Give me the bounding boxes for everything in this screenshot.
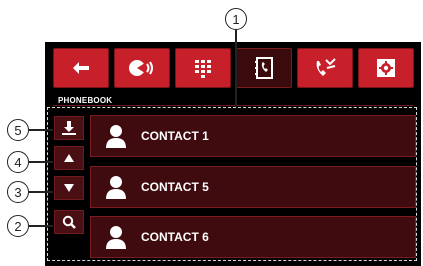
back-arrow-icon (73, 62, 89, 74)
call-button[interactable] (114, 48, 170, 88)
scroll-up-button[interactable] (54, 146, 84, 170)
callout-2-leader (29, 225, 53, 227)
settings-button[interactable] (358, 48, 414, 88)
intercom-screen: PHONEBOOK CONTACT 1 CONTACT 5 CONTACT 6 (45, 42, 421, 266)
section-title: PHONEBOOK (58, 96, 113, 105)
callout-3-leader (29, 191, 53, 193)
keypad-button[interactable] (175, 48, 231, 88)
missed-calls-icon (316, 58, 336, 76)
contact-row[interactable]: CONTACT 6 (90, 216, 416, 258)
contact-name: CONTACT 5 (141, 180, 209, 194)
contact-row[interactable]: CONTACT 5 (90, 166, 416, 208)
missed-calls-button[interactable] (297, 48, 353, 88)
contact-avatar-icon (106, 226, 126, 249)
contact-name: CONTACT 6 (141, 230, 209, 244)
scroll-down-button[interactable] (54, 176, 84, 200)
top-toolbar (53, 48, 415, 90)
callout-5: 5 (7, 119, 29, 141)
callout-3: 3 (7, 181, 29, 203)
callout-1: 1 (225, 8, 247, 30)
contact-avatar-icon (106, 176, 126, 199)
contact-row[interactable]: CONTACT 1 (90, 115, 416, 157)
callout-4: 4 (7, 151, 29, 173)
callout-2: 2 (7, 215, 29, 237)
call-icon (129, 60, 153, 76)
search-icon (62, 215, 76, 229)
back-button[interactable] (53, 48, 109, 88)
search-button[interactable] (54, 210, 84, 234)
download-button[interactable] (54, 116, 84, 140)
keypad-icon (195, 60, 211, 78)
callout-1-leader (235, 30, 237, 107)
callout-4-leader (29, 161, 53, 163)
phonebook-icon (255, 57, 273, 79)
phonebook-button[interactable] (236, 48, 292, 88)
arrow-down-icon (64, 184, 74, 192)
callout-5-leader (29, 129, 53, 131)
contact-name: CONTACT 1 (141, 129, 209, 143)
settings-icon (377, 59, 395, 77)
section-divider (53, 105, 413, 106)
arrow-up-icon (64, 154, 74, 162)
download-icon (62, 121, 76, 135)
contact-avatar-icon (106, 125, 126, 148)
